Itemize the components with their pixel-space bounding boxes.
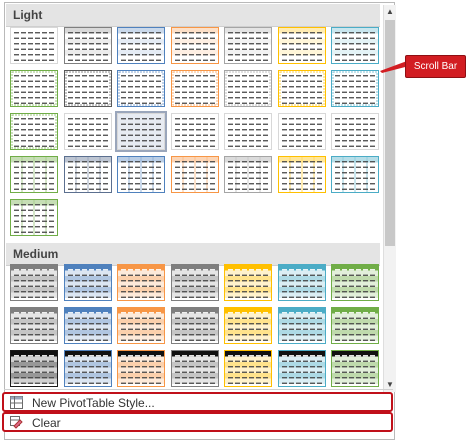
light-style-tile[interactable]: [115, 111, 167, 152]
light-style-tile[interactable]: [170, 70, 219, 107]
light-style-tile[interactable]: [117, 156, 165, 193]
light-style-tile[interactable]: [277, 27, 326, 64]
eraser-icon: [10, 416, 23, 429]
light-style-tile[interactable]: [331, 113, 379, 150]
light-style-tile[interactable]: [63, 156, 112, 193]
new-style-icon: [10, 396, 23, 409]
medium-style-tile[interactable]: [331, 307, 379, 344]
light-style-tile[interactable]: [10, 156, 58, 193]
light-style-tile[interactable]: [10, 27, 58, 64]
medium-style-tile[interactable]: [63, 264, 112, 301]
light-style-tile[interactable]: [170, 156, 219, 193]
clear-label: Clear: [32, 416, 61, 430]
section-header-medium: Medium: [6, 243, 380, 266]
light-style-tile[interactable]: [117, 70, 165, 107]
light-style-tile[interactable]: [170, 113, 219, 150]
medium-style-tile[interactable]: [224, 350, 272, 387]
light-style-tile[interactable]: [224, 70, 272, 107]
light-style-tile[interactable]: [277, 70, 326, 107]
section-label-light: Light: [13, 8, 43, 22]
light-style-tile[interactable]: [10, 70, 58, 107]
light-style-tile[interactable]: [224, 156, 272, 193]
new-pivottable-style-label: New PivotTable Style...: [32, 396, 155, 410]
pivottable-styles-gallery: Light Medium ▲ ▼: [4, 2, 396, 440]
medium-style-tile[interactable]: [331, 264, 379, 301]
section-header-light: Light: [6, 4, 380, 27]
light-style-tile[interactable]: [224, 27, 272, 64]
clear-item[interactable]: Clear: [2, 412, 393, 432]
light-style-tile[interactable]: [331, 70, 379, 107]
light-style-tile[interactable]: [224, 113, 272, 150]
light-style-tile[interactable]: [277, 113, 326, 150]
medium-style-tile[interactable]: [117, 307, 165, 344]
section-label-medium: Medium: [13, 247, 59, 261]
light-style-tile[interactable]: [170, 27, 219, 64]
new-pivottable-style-item[interactable]: New PivotTable Style...: [2, 392, 393, 412]
light-style-tile[interactable]: [63, 27, 112, 64]
medium-style-tile[interactable]: [170, 264, 219, 301]
medium-style-tile[interactable]: [10, 350, 58, 387]
medium-style-tile[interactable]: [63, 307, 112, 344]
up-arrow-icon[interactable]: ▲: [384, 5, 396, 18]
scroll-thumb[interactable]: [385, 20, 395, 246]
light-style-tile[interactable]: [277, 156, 326, 193]
medium-style-tile[interactable]: [63, 350, 112, 387]
medium-style-tile[interactable]: [331, 350, 379, 387]
light-style-tile[interactable]: [117, 27, 165, 64]
medium-style-tile[interactable]: [277, 307, 326, 344]
medium-style-tile[interactable]: [117, 350, 165, 387]
light-style-tile[interactable]: [63, 70, 112, 107]
scroll-bar-callout: Scroll Bar: [405, 55, 466, 78]
medium-style-tile[interactable]: [10, 307, 58, 344]
light-style-tile[interactable]: [331, 27, 379, 64]
medium-style-tile[interactable]: [170, 350, 219, 387]
medium-style-tile[interactable]: [224, 264, 272, 301]
light-style-tile[interactable]: [63, 113, 112, 150]
medium-style-tile[interactable]: [224, 307, 272, 344]
light-style-tile[interactable]: [331, 156, 379, 193]
menu-divider: [4, 389, 393, 390]
medium-style-tile[interactable]: [170, 307, 219, 344]
medium-style-tile[interactable]: [10, 264, 58, 301]
light-style-tile[interactable]: [10, 199, 58, 236]
medium-style-tile[interactable]: [277, 264, 326, 301]
light-style-tile[interactable]: [10, 113, 58, 150]
medium-style-tile[interactable]: [117, 264, 165, 301]
medium-style-tile[interactable]: [277, 350, 326, 387]
